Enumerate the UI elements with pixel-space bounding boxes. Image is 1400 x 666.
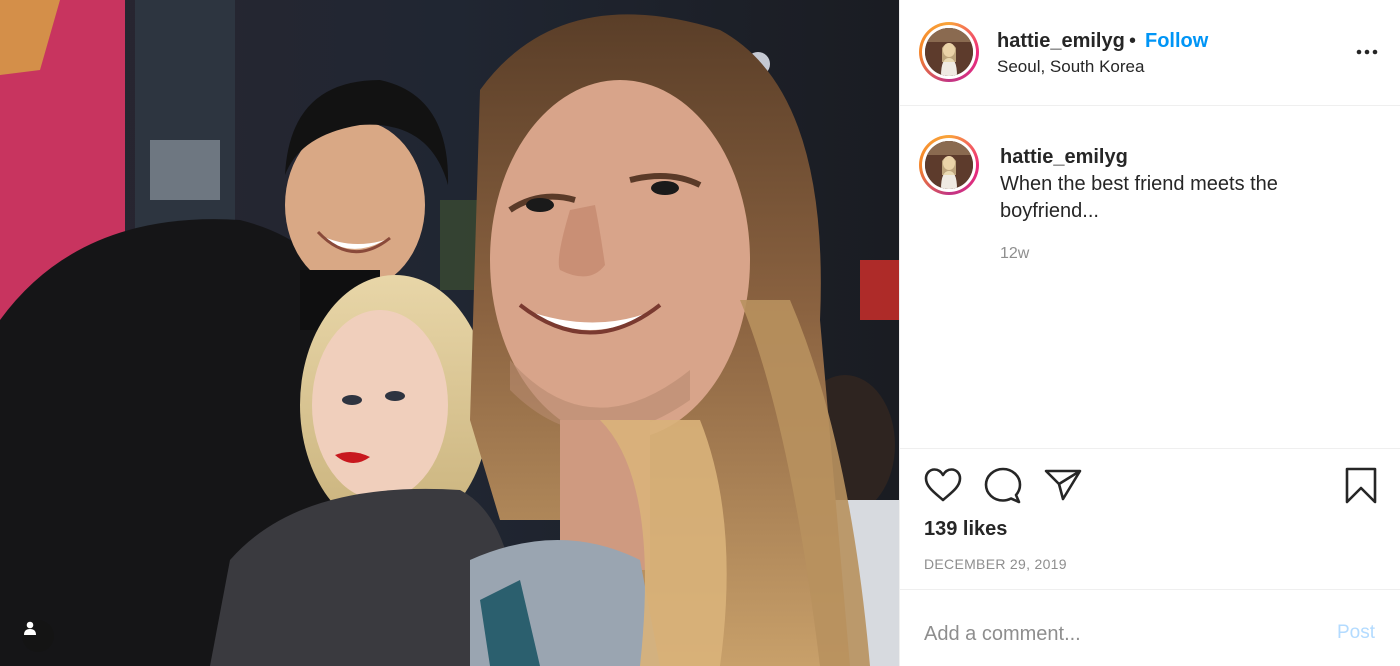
- post-sidebar: hattie_emilyg • Follow Seoul, South Kore…: [899, 0, 1400, 666]
- avatar[interactable]: [919, 22, 979, 82]
- comment-icon: [984, 467, 1022, 504]
- more-options-button[interactable]: [1353, 40, 1381, 64]
- caption-section: hattie_emilyg When the best friend meets…: [900, 107, 1400, 449]
- follow-button[interactable]: Follow: [1145, 30, 1208, 53]
- comment-bar: Post: [900, 591, 1400, 666]
- post-comment-button[interactable]: Post: [1337, 622, 1375, 644]
- post-time-ago[interactable]: 12w: [1000, 245, 1029, 263]
- user-tag-icon: [24, 621, 36, 635]
- user-tag-button[interactable]: [22, 620, 54, 652]
- separator-dot: •: [1129, 30, 1137, 52]
- post-photo[interactable]: [0, 0, 899, 666]
- caption-avatar[interactable]: [919, 135, 979, 195]
- like-count[interactable]: 139 likes: [924, 518, 1007, 541]
- avatar-image: [925, 28, 973, 76]
- share-icon: [1044, 469, 1082, 501]
- heart-icon: [924, 468, 962, 502]
- avatar-image: [925, 141, 973, 189]
- comment-button[interactable]: [983, 466, 1023, 509]
- post-location[interactable]: Seoul, South Korea: [997, 57, 1144, 77]
- share-button[interactable]: [1043, 466, 1083, 509]
- post-author-username[interactable]: hattie_emilyg: [997, 30, 1125, 53]
- post-actions: 139 likes DECEMBER 29, 2019: [900, 450, 1400, 590]
- caption-username[interactable]: hattie_emilyg: [1000, 146, 1128, 169]
- post-header: hattie_emilyg • Follow Seoul, South Kore…: [900, 0, 1400, 106]
- more-icon: [1356, 49, 1378, 55]
- save-button[interactable]: [1343, 466, 1379, 511]
- post-date[interactable]: DECEMBER 29, 2019: [924, 556, 1067, 572]
- like-button[interactable]: [923, 466, 963, 509]
- comment-input[interactable]: [924, 619, 1304, 649]
- photo-illustration: [0, 0, 899, 666]
- bookmark-icon: [1345, 467, 1377, 504]
- caption-text: When the best friend meets the boyfriend…: [1000, 173, 1278, 222]
